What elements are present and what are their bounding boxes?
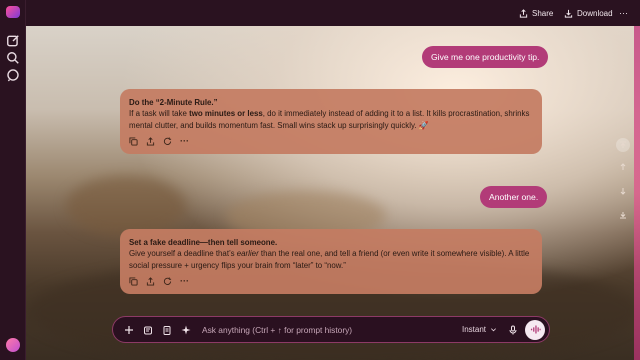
assistant-message-title: Do the “2-Minute Rule.” <box>129 98 218 107</box>
message-actions: ··· <box>129 136 533 146</box>
arrow-down-bar-icon <box>620 212 626 219</box>
share-icon[interactable] <box>146 277 155 286</box>
chat-area <box>26 26 640 360</box>
share-button[interactable]: Share <box>519 6 553 20</box>
scroll-up-button[interactable] <box>616 160 630 174</box>
regenerate-icon[interactable] <box>163 277 172 286</box>
assistant-message-title: Set a fake deadline—then tell someone. <box>129 238 278 247</box>
assistant-message: Set a fake deadline—then tell someone. G… <box>120 229 542 294</box>
accent-edge <box>634 26 640 360</box>
user-message-text: Another one. <box>489 192 539 202</box>
app-logo-icon[interactable] <box>6 6 20 18</box>
download-label: Download <box>577 8 613 18</box>
chat-bubble-icon[interactable] <box>6 68 20 82</box>
user-message: Give me one productivity tip. <box>422 46 549 68</box>
regenerate-icon[interactable] <box>163 137 172 146</box>
clipboard-icon[interactable] <box>161 324 173 336</box>
arrow-up-bar-icon <box>620 141 626 148</box>
copy-icon[interactable] <box>129 137 138 146</box>
more-icon[interactable]: ··· <box>180 136 189 146</box>
arrow-down-icon <box>620 188 626 195</box>
background-foliage <box>66 176 186 236</box>
assistant-message: Do the “2-Minute Rule.” If a task will t… <box>120 89 542 154</box>
top-bar: Share Download ··· <box>26 0 640 26</box>
add-icon[interactable] <box>123 324 135 336</box>
assistant-message-body: If a task will take two minutes or less,… <box>129 109 530 130</box>
waveform-icon <box>530 325 541 334</box>
more-options-icon: ··· <box>619 8 628 18</box>
search-icon[interactable] <box>6 51 20 65</box>
scroll-down-button[interactable] <box>616 184 630 198</box>
arrow-up-icon <box>620 163 626 170</box>
user-message: Another one. <box>480 186 548 208</box>
left-sidebar <box>0 0 26 360</box>
mode-label: Instant <box>461 325 486 334</box>
share-icon <box>519 8 528 18</box>
scroll-bottom-button[interactable] <box>616 208 630 222</box>
user-message-text: Give me one productivity tip. <box>431 52 540 62</box>
download-button[interactable]: Download <box>564 6 613 20</box>
more-options-button[interactable]: ··· <box>619 6 628 20</box>
share-icon[interactable] <box>146 137 155 146</box>
microphone-icon[interactable] <box>507 324 519 336</box>
share-label: Share <box>532 8 554 18</box>
download-icon <box>564 9 573 18</box>
scroll-top-button[interactable] <box>616 138 630 152</box>
copy-icon[interactable] <box>129 277 138 286</box>
more-icon[interactable]: ··· <box>180 276 189 286</box>
user-avatar[interactable] <box>6 338 20 352</box>
mode-selector[interactable]: Instant <box>462 325 497 334</box>
prompt-input[interactable]: Ask anything (Ctrl + ↑ for prompt histor… <box>202 325 462 335</box>
message-actions: ··· <box>129 276 533 286</box>
attach-file-icon[interactable] <box>142 324 154 336</box>
chevron-down-icon <box>491 328 496 332</box>
assistant-message-body: Give yourself a deadline that’s earlier … <box>129 249 530 270</box>
new-chat-icon[interactable] <box>6 34 20 48</box>
voice-mode-button[interactable] <box>525 319 545 340</box>
sparkle-icon[interactable] <box>180 324 192 336</box>
message-composer[interactable]: Ask anything (Ctrl + ↑ for prompt histor… <box>112 316 550 343</box>
